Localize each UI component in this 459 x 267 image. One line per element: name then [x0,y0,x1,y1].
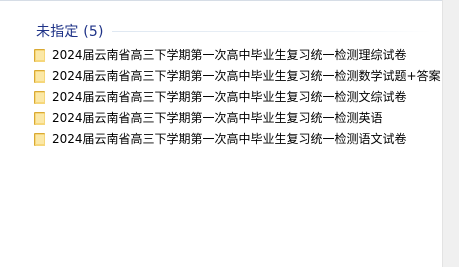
list-item-label: 2024届云南省高三下学期第一次高中毕业生复习统一检测英语 [52,111,383,125]
group-title-text: 未指定 [36,24,79,40]
list-item[interactable]: 2024届云南省高三下学期第一次高中毕业生复习统一检测语文试卷 [32,128,441,149]
group-count: (5) [83,24,104,40]
folder-icon [34,90,45,104]
list-item-label: 2024届云南省高三下学期第一次高中毕业生复习统一检测文综试卷 [52,90,407,104]
vertical-scrollbar[interactable] [442,0,459,267]
list-item[interactable]: 2024届云南省高三下学期第一次高中毕业生复习统一检测理综试卷 [32,44,441,65]
folder-icon [34,111,45,125]
folder-icon [34,69,45,83]
folder-icon [34,48,45,62]
list-item-label: 2024届云南省高三下学期第一次高中毕业生复习统一检测理综试卷 [52,48,407,62]
list-item-label: 2024届云南省高三下学期第一次高中毕业生复习统一检测数学试题+答案 [52,69,441,83]
list-item[interactable]: 2024届云南省高三下学期第一次高中毕业生复习统一检测英语 [32,107,441,128]
list-item[interactable]: 2024届云南省高三下学期第一次高中毕业生复习统一检测文综试卷 [32,86,441,107]
group-header-unspecified[interactable]: 未指定 (5) [36,21,104,41]
group-title: 未指定 (5) [36,21,104,41]
list-item-label: 2024届云南省高三下学期第一次高中毕业生复习统一检测语文试卷 [52,132,407,146]
top-border [0,0,459,1]
file-browser-window: 未指定 (5) 2024届云南省高三下学期第一次高中毕业生复习统一检测理综试卷 … [0,0,459,267]
group-divider [112,31,432,32]
file-list: 2024届云南省高三下学期第一次高中毕业生复习统一检测理综试卷 2024届云南省… [32,44,441,149]
list-item[interactable]: 2024届云南省高三下学期第一次高中毕业生复习统一检测数学试题+答案 [32,65,441,86]
folder-icon [34,132,45,146]
